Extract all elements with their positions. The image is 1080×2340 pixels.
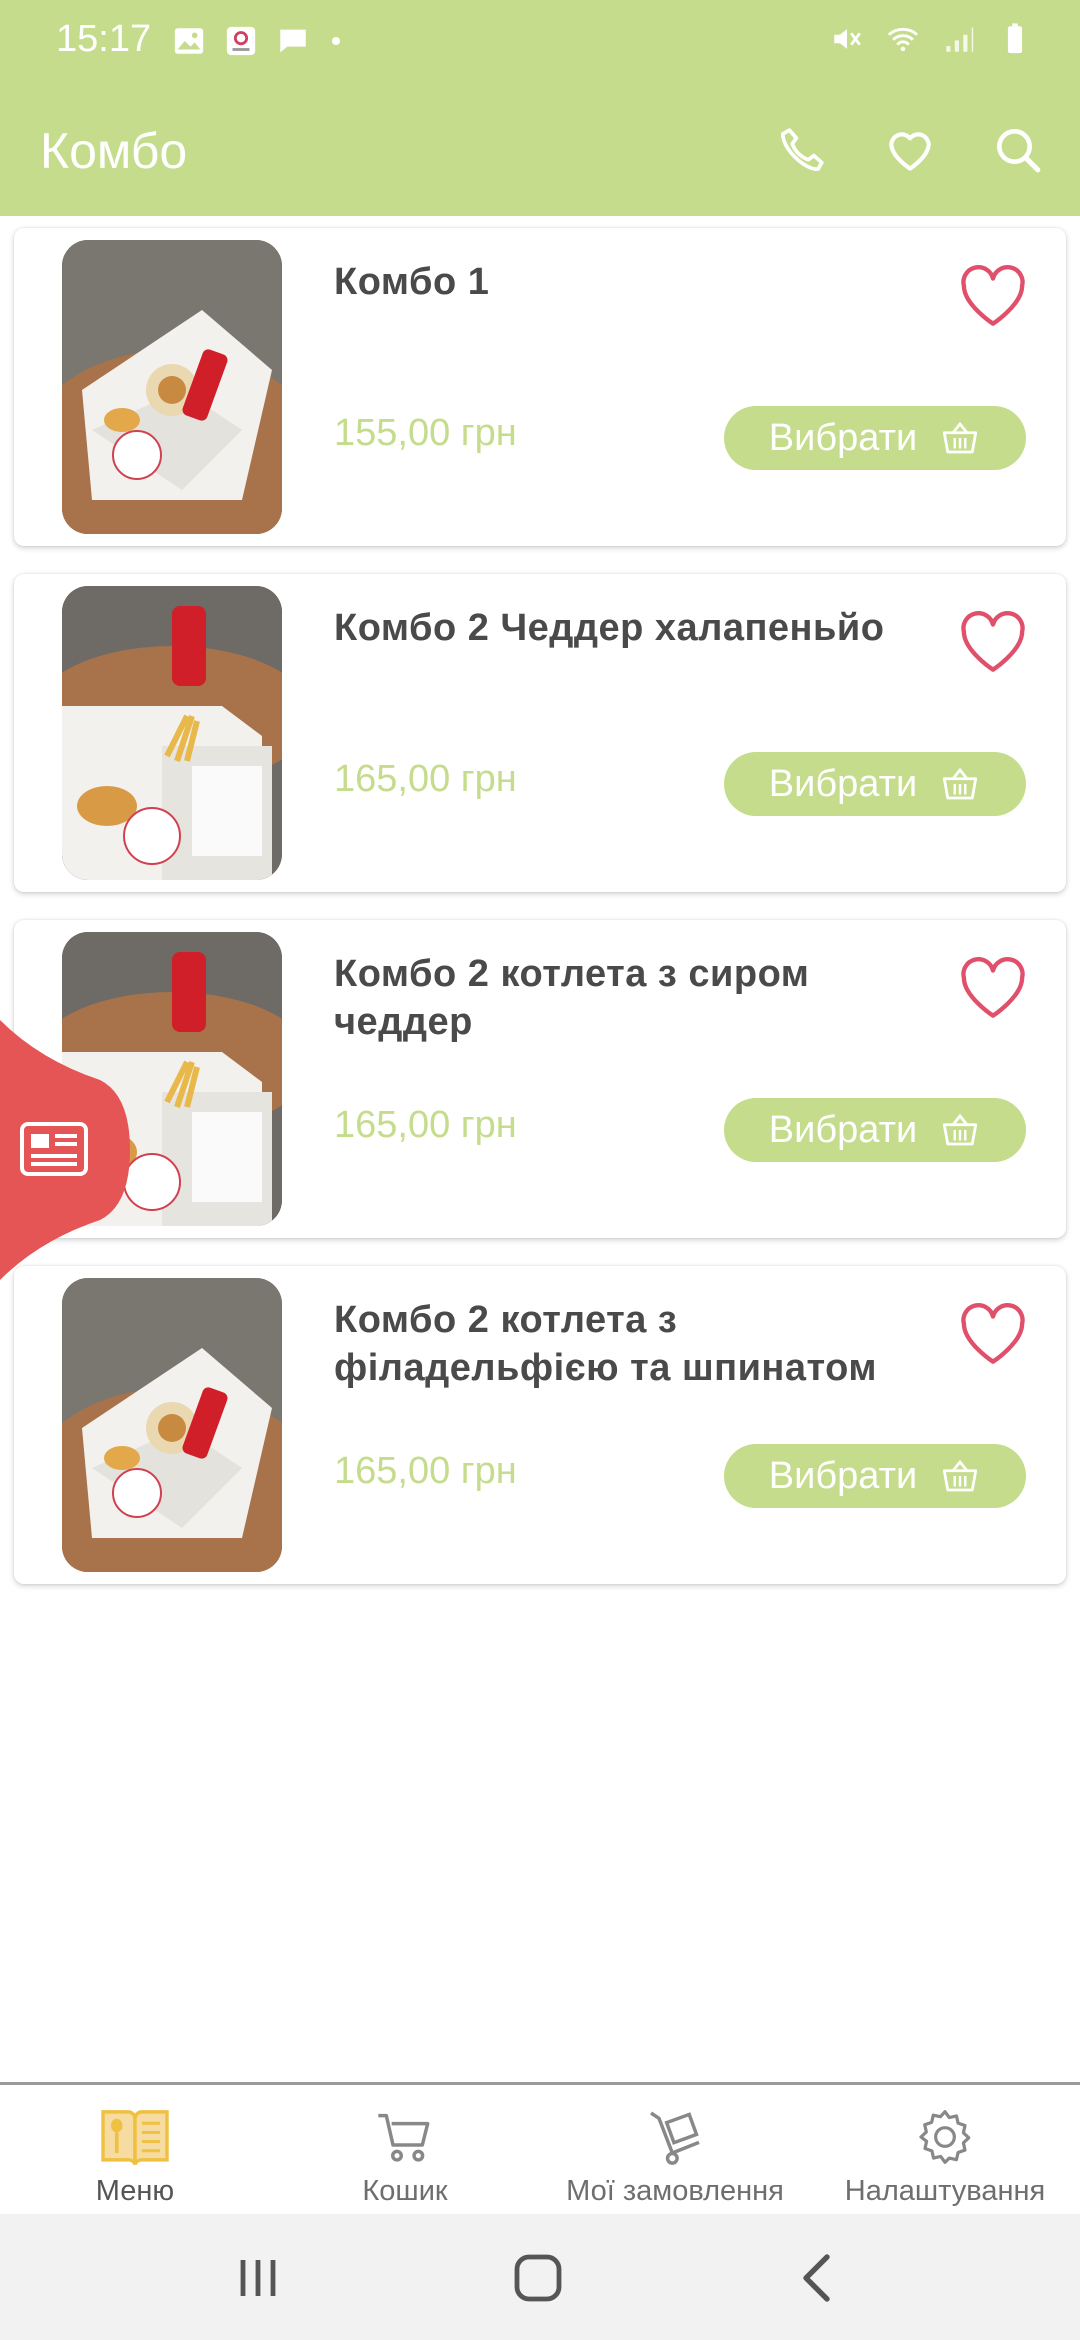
combo-box-photo (62, 240, 282, 534)
product-card[interactable]: Комбо 1 155,00 грн Вибрати (14, 228, 1066, 546)
status-time: 15:17 (56, 18, 152, 60)
favorite-button[interactable] (958, 956, 1028, 1020)
orders-trolley-icon (650, 2111, 700, 2165)
nav-label: Меню (95, 2175, 175, 2207)
call-button[interactable] (770, 118, 834, 182)
product-card[interactable]: Комбо 2 котлета з філадельфією та шпинат… (14, 1266, 1066, 1584)
product-name: Комбо 2 котлета з сиром чеддер (334, 953, 810, 1043)
choose-button[interactable]: Вибрати (724, 1098, 1026, 1162)
catalog-tab[interactable] (0, 1020, 130, 1280)
recents-icon (240, 2260, 276, 2296)
system-nav (0, 2214, 1080, 2340)
choose-button[interactable]: Вибрати (724, 406, 1026, 470)
nav-item-settings[interactable]: Налаштування (810, 2085, 1080, 2214)
product-name: Комбо 2 котлета з філадельфією та шпинат… (334, 1299, 877, 1389)
choose-button-label: Вибрати (768, 1454, 918, 1497)
heart-outline-icon (961, 1303, 1025, 1364)
bottom-nav: Меню Кошик Мої замовлення Налаштування (0, 2082, 1080, 2214)
product-price: 165,00 грн (334, 758, 517, 800)
message-icon (280, 29, 306, 53)
status-icons-left (172, 24, 344, 58)
dot-icon (332, 37, 340, 45)
basket-icon (943, 1459, 978, 1492)
product-image[interactable] (62, 586, 282, 880)
wifi-icon (887, 27, 919, 52)
mute-icon (834, 29, 861, 49)
back-button[interactable] (782, 2242, 854, 2314)
search-icon (997, 129, 1041, 173)
product-price: 155,00 грн (334, 412, 517, 454)
product-image[interactable] (62, 1278, 282, 1572)
favorite-button[interactable] (958, 264, 1028, 328)
heart-outline-icon (961, 611, 1025, 672)
menu-book-icon (101, 2110, 169, 2166)
battery-icon (1007, 23, 1023, 54)
image-icon (174, 28, 204, 54)
app-bar: Комбо (0, 84, 1080, 216)
basket-icon (943, 767, 978, 800)
app-actions (770, 118, 1050, 182)
choose-button[interactable]: Вибрати (724, 752, 1026, 816)
nav-item-orders[interactable]: Мої замовлення (540, 2085, 810, 2214)
status-icons-right (830, 22, 1032, 56)
heart-outline-icon (961, 957, 1025, 1018)
choose-button[interactable]: Вибрати (724, 1444, 1026, 1508)
app-notification-icon (226, 26, 256, 56)
product-image[interactable] (62, 240, 282, 534)
nav-label: Мої замовлення (566, 2175, 784, 2207)
phone-icon (781, 128, 824, 171)
product-price: 165,00 грн (334, 1450, 517, 1492)
page-title: Комбо (40, 123, 188, 179)
choose-button-label: Вибрати (768, 1108, 918, 1151)
nav-item-cart[interactable]: Кошик (270, 2085, 540, 2214)
home-icon (514, 2254, 562, 2302)
product-name: Комбо 2 Чеддер халапеньйо (334, 607, 885, 649)
signal-icon (946, 27, 974, 52)
nav-icon-wrap (95, 2105, 175, 2169)
basket-icon (943, 1113, 978, 1146)
nav-icon-wrap (905, 2105, 985, 2169)
product-name: Комбо 1 (334, 261, 490, 303)
search-button[interactable] (986, 118, 1050, 182)
favorite-button[interactable] (958, 1302, 1028, 1366)
choose-button-label: Вибрати (768, 416, 918, 459)
status-bar: 15:17 (0, 0, 1080, 84)
choose-button-label: Вибрати (768, 762, 918, 805)
product-card[interactable]: Комбо 2 Чеддер халапеньйо 165,00 грн Виб… (14, 574, 1066, 892)
nav-icon-wrap (635, 2105, 715, 2169)
product-card[interactable]: Комбо 2 котлета з сиром чеддер 165,00 гр… (14, 920, 1066, 1238)
catalog-tab-shape (0, 1020, 130, 1280)
basket-icon (943, 421, 978, 454)
favorites-button[interactable] (878, 118, 942, 182)
nav-label: Кошик (362, 2175, 448, 2207)
home-button[interactable] (502, 2242, 574, 2314)
gear-icon (919, 2110, 971, 2164)
nav-item-menu[interactable]: Меню (0, 2085, 270, 2214)
heart-outline-icon (961, 265, 1025, 326)
product-list: Комбо 1 155,00 грн Вибрати Комбо 2 Чедде… (14, 228, 1066, 1612)
combo-box-photo (62, 1278, 282, 1572)
cart-icon (378, 2113, 430, 2162)
heart-icon (889, 132, 931, 171)
combo-box-photo (62, 586, 282, 880)
back-icon (803, 2254, 830, 2302)
product-price: 165,00 грн (334, 1104, 517, 1146)
nav-label: Налаштування (844, 2175, 1046, 2207)
favorite-button[interactable] (958, 610, 1028, 674)
nav-icon-wrap (365, 2105, 445, 2169)
recents-button[interactable] (222, 2242, 294, 2314)
